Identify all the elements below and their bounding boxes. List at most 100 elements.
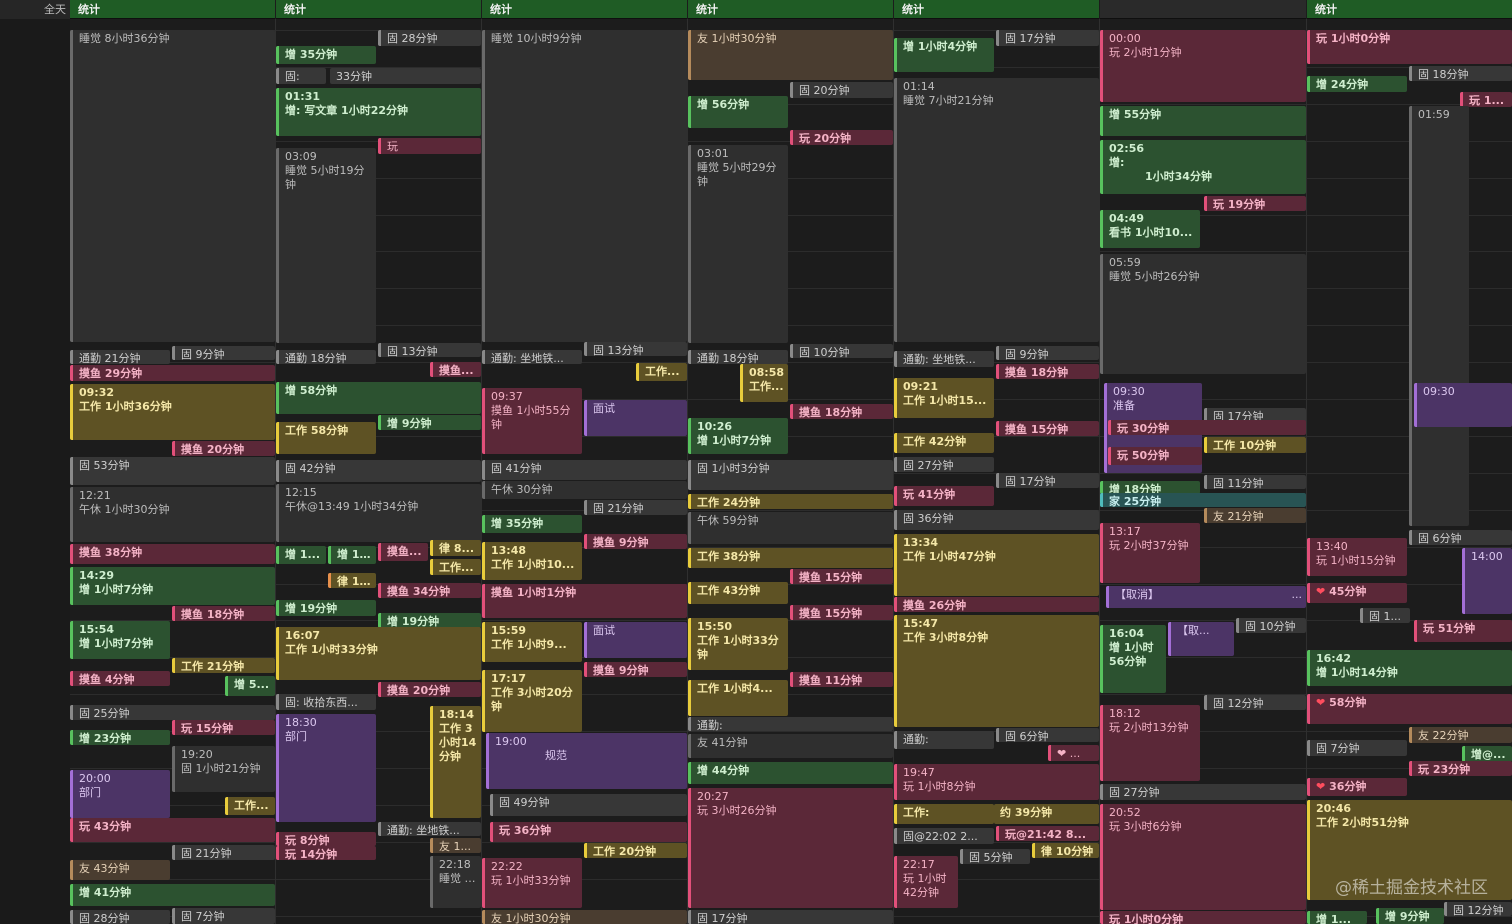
event-block[interactable]: ❤ ... bbox=[1048, 745, 1099, 761]
event-block[interactable]: 增 19分钟 bbox=[378, 613, 481, 628]
event-block[interactable]: 09:30 bbox=[1414, 383, 1512, 427]
event-block[interactable]: 18:14 工作 3小时14分钟 bbox=[430, 706, 481, 818]
event-block[interactable]: 固 20分钟 bbox=[790, 82, 893, 98]
event-block[interactable]: 22:22 玩 1小时33分钟 bbox=[482, 858, 582, 908]
event-block[interactable]: 20:52 玩 3小时6分钟 bbox=[1100, 804, 1306, 910]
event-block[interactable]: 固: bbox=[276, 68, 326, 84]
event-block[interactable]: 增 9分钟 bbox=[1376, 908, 1444, 924]
event-block[interactable]: 16:07 工作 1小时33分钟 bbox=[276, 627, 481, 680]
event-block[interactable]: 友 1小时30分钟 bbox=[688, 30, 893, 80]
event-block[interactable]: 摸鱼 29分钟 bbox=[70, 365, 275, 381]
event-block[interactable]: 玩 14分钟 bbox=[276, 846, 376, 860]
event-block[interactable]: 增 23分钟 bbox=[70, 730, 170, 745]
event-block[interactable]: 工作 24分钟 bbox=[688, 494, 893, 509]
event-block[interactable]: 固 41分钟 bbox=[482, 460, 687, 480]
event-block[interactable]: 玩 30分钟 bbox=[1108, 420, 1306, 435]
event-block[interactable]: 玩 1小时0分钟 bbox=[1100, 911, 1306, 924]
event-block[interactable]: 05:59 睡觉 5小时26分钟 bbox=[1100, 254, 1306, 374]
event-block[interactable]: 固 13分钟 bbox=[378, 343, 481, 357]
event-block[interactable]: 固 1小时3分钟 bbox=[688, 460, 893, 490]
event-block[interactable]: 固 27分钟 bbox=[894, 457, 994, 472]
event-block[interactable]: 13:34 工作 1小时47分钟 bbox=[894, 534, 1099, 596]
event-block[interactable]: 增 58分钟 bbox=[276, 382, 481, 414]
event-block[interactable]: 工作 43分钟 bbox=[688, 582, 788, 604]
event-block[interactable]: 增 5... bbox=[225, 676, 275, 696]
event-block[interactable]: 玩@21:42 8... bbox=[996, 826, 1099, 841]
event-block[interactable]: 工作 38分钟 bbox=[688, 548, 893, 568]
event-block[interactable]: 约 39分钟 bbox=[994, 804, 1099, 824]
event-block[interactable]: 固 28分钟 bbox=[378, 30, 481, 46]
event-block[interactable]: 友 43分钟 bbox=[70, 860, 170, 880]
event-block[interactable]: 22:18睡觉 10... bbox=[430, 856, 481, 908]
event-block[interactable]: 16:04 增 1小时56分钟 bbox=[1100, 625, 1166, 693]
event-block[interactable]: 固 6分钟 bbox=[1409, 530, 1512, 545]
event-block[interactable]: 17:17 工作 3小时20分钟 bbox=[482, 670, 582, 732]
event-block[interactable]: 固 21分钟 bbox=[172, 845, 275, 860]
event-block[interactable]: 固 42分钟 bbox=[276, 460, 481, 482]
event-block[interactable]: 02:56 增: 1小时34分钟 bbox=[1100, 140, 1306, 194]
event-block[interactable]: 友 1... bbox=[430, 838, 481, 853]
event-block[interactable]: 摸鱼... bbox=[430, 362, 481, 377]
event-block[interactable]: 通勤 18分钟 bbox=[688, 350, 788, 364]
event-block[interactable]: 玩 36分钟 bbox=[490, 822, 687, 842]
event-block[interactable]: 固 12分钟 bbox=[1204, 695, 1306, 710]
event-block[interactable]: 固: 收拾东西... bbox=[276, 694, 376, 710]
event-block[interactable]: 09:37 摸鱼 1小时55分钟 bbox=[482, 388, 582, 454]
event-block[interactable]: 睡觉 8小时36分钟 bbox=[70, 30, 275, 342]
event-block[interactable]: 固 17分钟 bbox=[996, 473, 1099, 488]
event-block[interactable]: 摸鱼 34分钟 bbox=[378, 583, 481, 598]
event-block[interactable]: 摸鱼 20分钟 bbox=[172, 441, 275, 456]
event-block[interactable]: 玩 1小时0分钟 bbox=[1307, 30, 1512, 64]
event-block[interactable]: 摸鱼 18分钟 bbox=[996, 364, 1099, 379]
event-block[interactable]: 增 1小时4分钟 bbox=[894, 38, 994, 72]
event-block[interactable]: 午休 30分钟 bbox=[482, 481, 687, 499]
event-block[interactable]: 律 10分钟 bbox=[1032, 843, 1099, 858]
event-block[interactable]: 14:29 增 1小时7分钟 bbox=[70, 567, 275, 605]
event-block[interactable]: 09:21 工作 1小时15... bbox=[894, 378, 994, 418]
event-block[interactable]: 固 28分钟 bbox=[70, 910, 170, 924]
event-block[interactable]: 增 56分钟 bbox=[688, 96, 788, 128]
event-block[interactable]: 09:32 工作 1小时36分钟 bbox=[70, 384, 275, 440]
event-block[interactable]: 通勤: 坐地铁... bbox=[894, 351, 994, 367]
event-block[interactable]: 工作... bbox=[225, 797, 275, 815]
event-block[interactable]: 玩 19分钟 bbox=[1204, 196, 1306, 211]
event-block[interactable]: 18:30 部门 bbox=[276, 714, 376, 822]
event-block[interactable]: 08:58 工作... bbox=[740, 364, 788, 402]
event-block[interactable]: 友 1小时30分钟 bbox=[482, 910, 687, 924]
event-block[interactable]: 玩 1... bbox=[1460, 92, 1512, 107]
event-block[interactable]: 律 1... bbox=[328, 573, 376, 588]
event-block[interactable]: 固 10分钟 bbox=[790, 344, 893, 358]
event-block[interactable]: 20:00 部门 bbox=[70, 770, 170, 818]
event-block[interactable]: 玩 41分钟 bbox=[894, 486, 994, 506]
event-block[interactable]: 工作... bbox=[636, 363, 687, 381]
event-block[interactable]: 固 25分钟 bbox=[70, 705, 275, 720]
event-block[interactable]: 15:47 工作 3小时8分钟 bbox=[894, 615, 1099, 727]
event-block[interactable]: 通勤: 坐地铁... bbox=[482, 350, 582, 364]
event-block[interactable]: 摸鱼 9分钟 bbox=[584, 662, 687, 677]
event-block[interactable]: 增 35分钟 bbox=[482, 515, 582, 533]
event-block[interactable]: 玩 20分钟 bbox=[790, 130, 893, 145]
event-block[interactable]: 摸鱼 9分钟 bbox=[584, 534, 687, 549]
event-block[interactable]: 22:17 玩 1小时42分钟 bbox=[894, 856, 958, 908]
event-block[interactable]: 15:59 工作 1小时9... bbox=[482, 622, 582, 662]
event-block[interactable]: 固 18分钟 bbox=[1409, 66, 1512, 81]
event-block[interactable]: 玩 23分钟 bbox=[1409, 761, 1512, 776]
event-block[interactable]: 摸鱼 38分钟 bbox=[70, 544, 275, 564]
event-block[interactable]: 工作 1小时4... bbox=[688, 680, 788, 716]
event-block[interactable]: 增 1... bbox=[276, 546, 326, 564]
event-block[interactable]: 13:48 工作 1小时10... bbox=[482, 542, 582, 580]
stats-header-d3[interactable]: 统计 bbox=[482, 0, 687, 19]
event-block[interactable]: 增 44分钟 bbox=[688, 762, 893, 784]
event-block[interactable]: 【取... bbox=[1168, 622, 1234, 656]
event-block[interactable]: 12:15 午休@13:49 1小时34分钟 bbox=[276, 484, 481, 542]
event-block[interactable]: 增 24分钟 bbox=[1307, 76, 1407, 92]
event-block[interactable]: 16:42 增 1小时14分钟 bbox=[1307, 650, 1512, 686]
event-block[interactable]: 增 9分钟 bbox=[378, 415, 481, 430]
event-block[interactable]: 家 25分钟 bbox=[1100, 493, 1306, 507]
event-block[interactable]: 摸鱼 15分钟 bbox=[790, 605, 893, 620]
event-block[interactable]: 19:00 规范 bbox=[486, 733, 687, 789]
event-block[interactable]: 友 21分钟 bbox=[1204, 508, 1306, 523]
event-block[interactable]: 工作 20分钟 bbox=[584, 843, 687, 858]
event-block[interactable]: 摸鱼 26分钟 bbox=[894, 597, 1099, 612]
event-block[interactable]: 玩 15分钟 bbox=[172, 720, 275, 735]
